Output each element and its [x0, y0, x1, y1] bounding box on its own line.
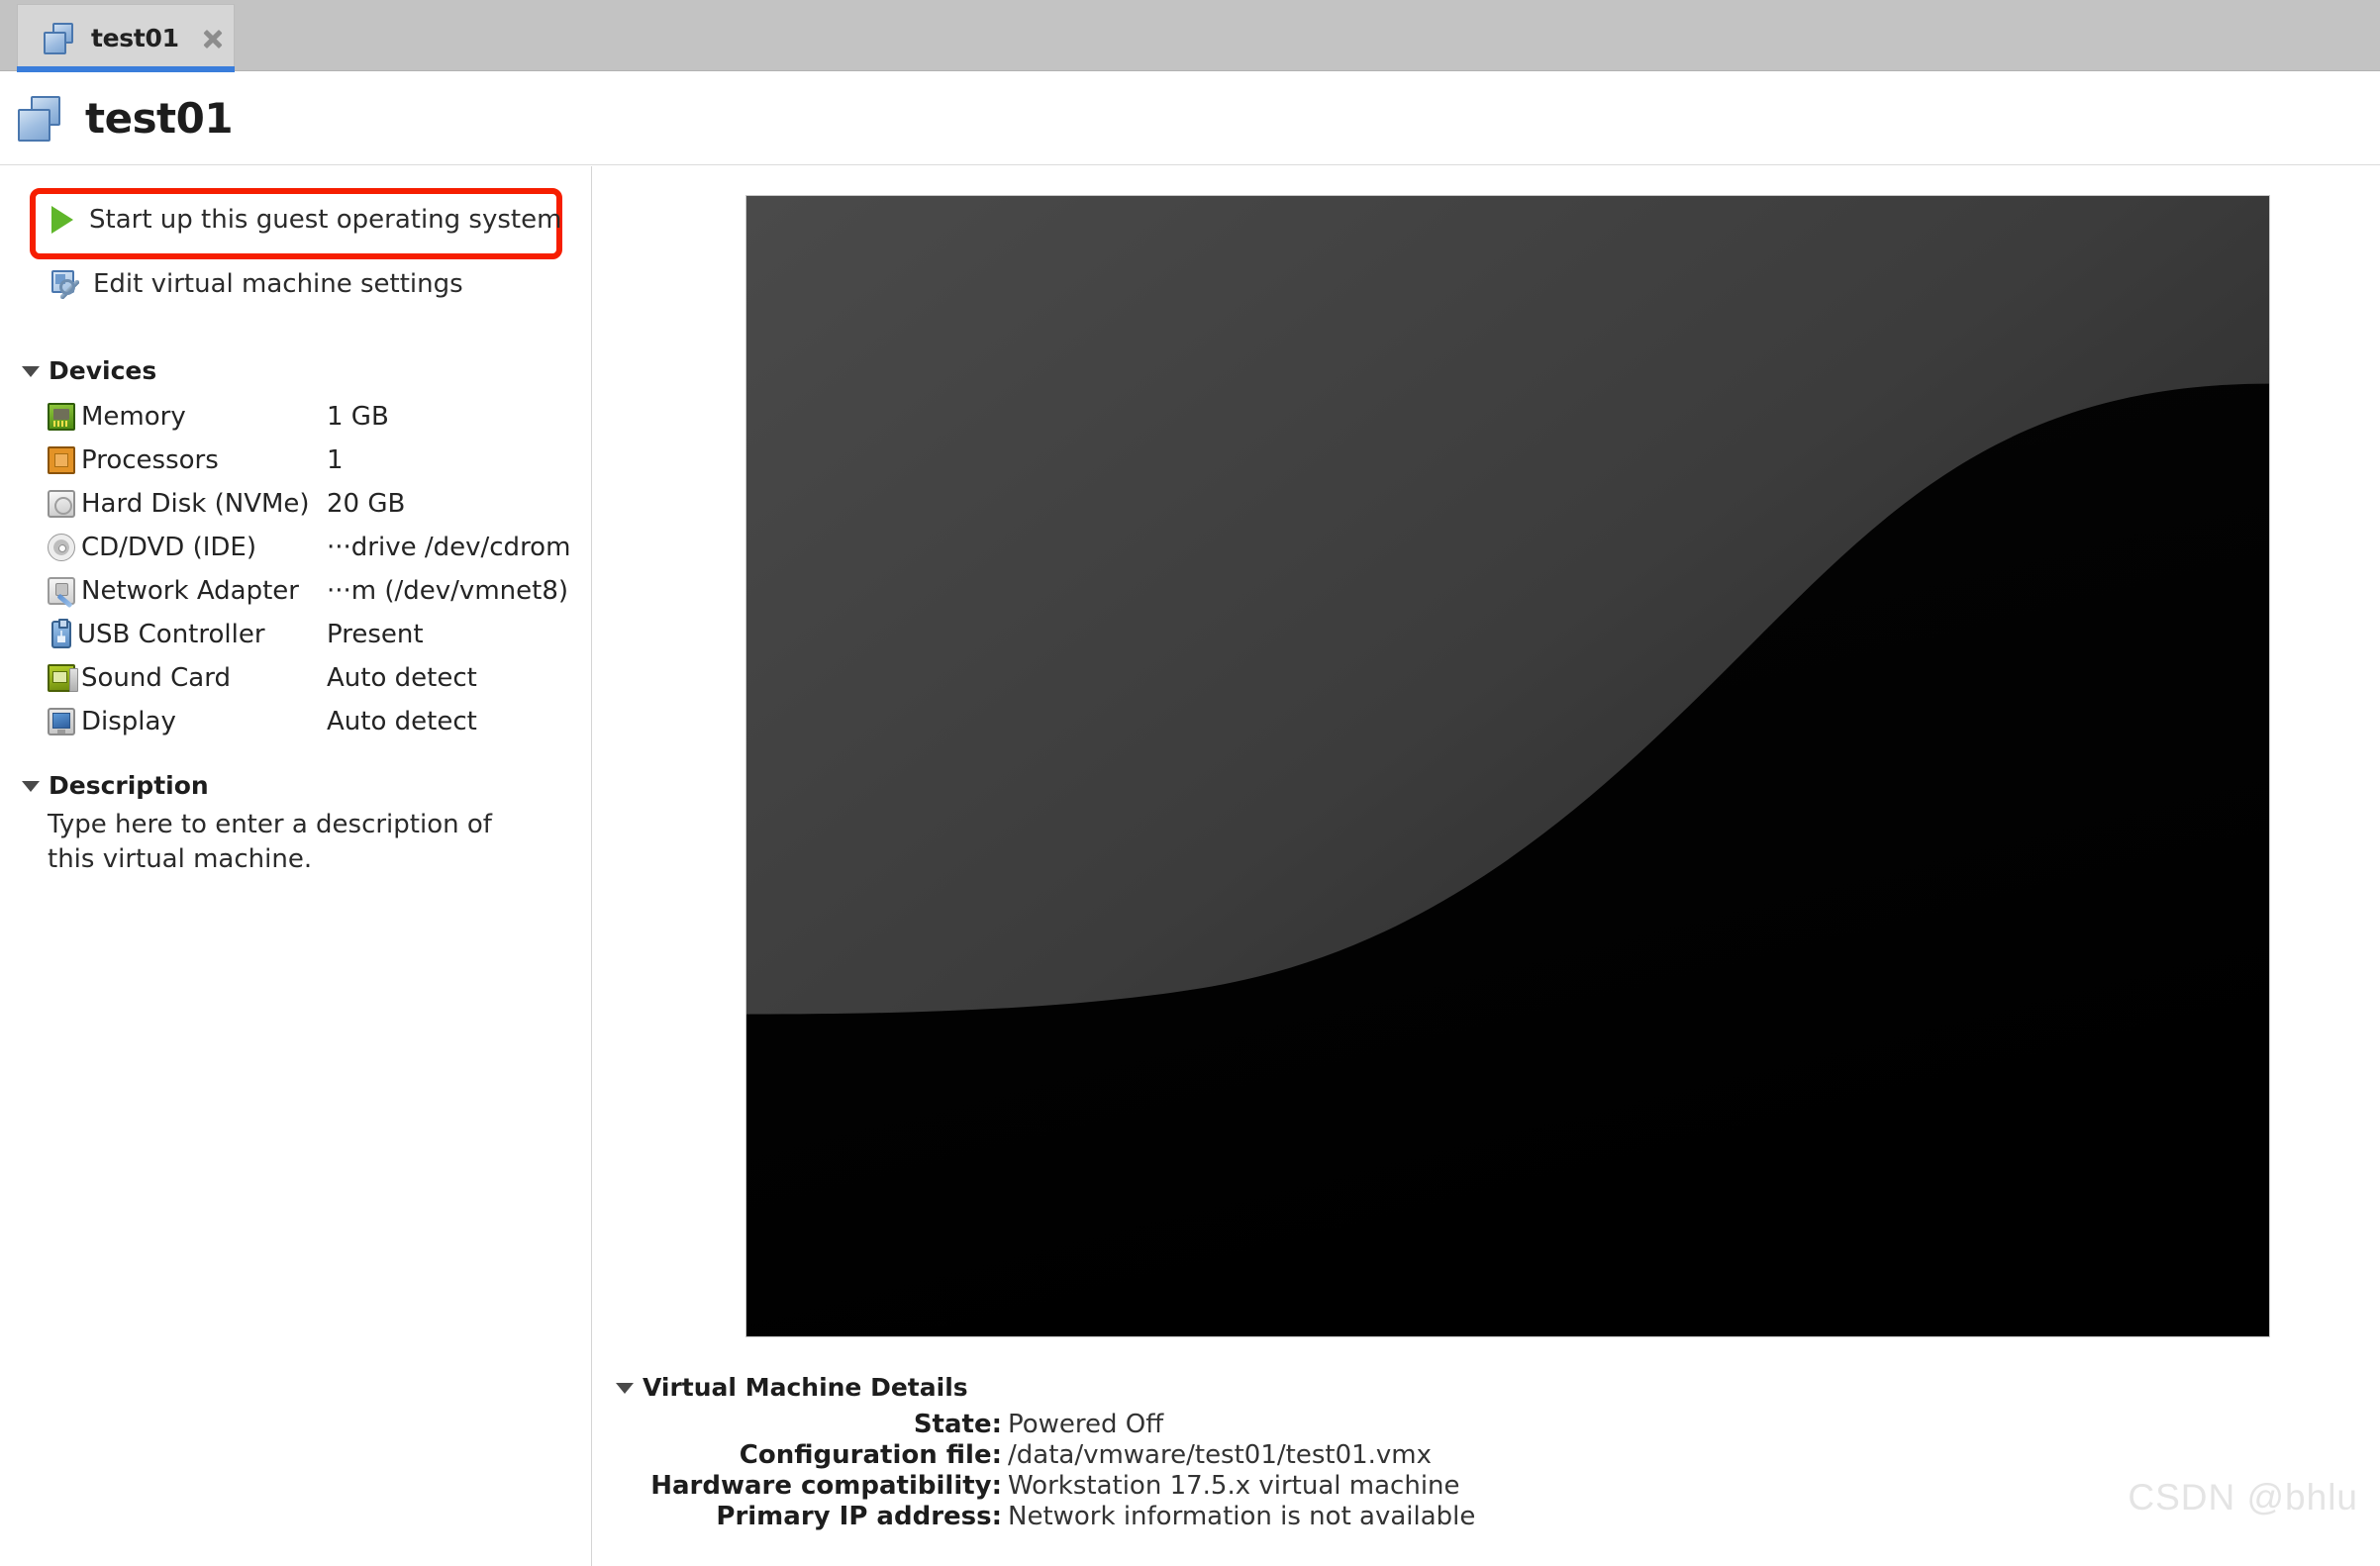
device-value: ···m (/dev/vmnet8) — [327, 576, 569, 606]
vm-detail-label: Configuration file: — [739, 1440, 1002, 1470]
device-name: Sound Card — [81, 663, 231, 693]
device-value: Present — [327, 620, 424, 649]
page-title-bar: test01 — [0, 72, 2380, 165]
device-name: Processors — [81, 445, 219, 475]
edit-vm-settings-button[interactable]: Edit virtual machine settings — [50, 269, 463, 299]
vm-detail-value: Powered Off — [1008, 1410, 1164, 1439]
device-name: Display — [81, 707, 176, 736]
device-name: CD/DVD (IDE) — [81, 533, 256, 562]
device-row-network-adapter[interactable]: Network Adapter ···m (/dev/vmnet8) — [48, 573, 582, 609]
tab-label: test01 — [91, 24, 179, 52]
chevron-down-icon — [22, 366, 40, 377]
vm-details-section-title: Virtual Machine Details — [643, 1373, 968, 1402]
vm-details-section-header[interactable]: Virtual Machine Details — [616, 1373, 968, 1402]
vm-screen-preview[interactable] — [745, 195, 2270, 1337]
hard-disk-icon — [48, 490, 75, 518]
watermark: CSDN @bhlu — [2128, 1477, 2358, 1517]
usb-icon — [51, 619, 71, 648]
sound-card-icon — [48, 664, 78, 692]
device-row-hard-disk[interactable]: Hard Disk (NVMe) 20 GB — [48, 486, 582, 522]
vm-detail-label: State: — [913, 1410, 1002, 1439]
device-name: USB Controller — [77, 620, 265, 649]
vm-stack-icon — [44, 22, 75, 54]
device-row-processors[interactable]: Processors 1 — [48, 442, 582, 478]
device-name: Memory — [81, 402, 186, 432]
description-section-title: Description — [49, 771, 209, 800]
vm-detail-label: Hardware compatibility: — [650, 1471, 1002, 1501]
device-value: ···drive /dev/cdrom — [327, 533, 571, 562]
vm-detail-value: Network information is not available — [1008, 1502, 1476, 1531]
vm-detail-value: Workstation 17.5.x virtual machine — [1008, 1471, 1460, 1501]
devices-section-title: Devices — [49, 356, 157, 385]
description-section-header[interactable]: Description — [22, 771, 209, 800]
device-row-display[interactable]: Display Auto detect — [48, 704, 582, 739]
edit-vm-settings-label: Edit virtual machine settings — [93, 269, 463, 299]
device-row-sound-card[interactable]: Sound Card Auto detect — [48, 660, 582, 696]
device-row-usb-controller[interactable]: USB Controller Present — [48, 617, 582, 652]
device-value: Auto detect — [327, 663, 477, 693]
vmware-workstation-window: test01 test01 Start up this guest operat… — [0, 0, 2380, 1566]
settings-icon — [50, 269, 79, 299]
description-input[interactable]: Type here to enter a description of this… — [48, 808, 543, 877]
vm-stack-icon — [18, 95, 63, 142]
device-row-cd-dvd[interactable]: CD/DVD (IDE) ···drive /dev/cdrom — [48, 530, 582, 565]
device-value: Auto detect — [327, 707, 477, 736]
play-icon — [51, 206, 75, 234]
device-name: Hard Disk (NVMe) — [81, 489, 310, 519]
start-guest-os-button[interactable]: Start up this guest operating system — [51, 205, 561, 235]
memory-chip-icon — [48, 403, 75, 431]
chevron-down-icon — [616, 1383, 634, 1394]
start-guest-os-label: Start up this guest operating system — [89, 205, 562, 235]
close-icon[interactable] — [201, 27, 225, 50]
device-value: 20 GB — [327, 489, 406, 519]
tab-test01[interactable]: test01 — [17, 4, 235, 72]
cpu-chip-icon — [48, 446, 75, 474]
devices-section-header[interactable]: Devices — [22, 356, 156, 385]
device-value: 1 GB — [327, 402, 389, 432]
device-value: 1 — [327, 445, 344, 475]
device-name: Network Adapter — [81, 576, 299, 606]
display-icon — [48, 708, 75, 735]
cd-dvd-icon — [48, 534, 75, 561]
page-title: test01 — [85, 94, 234, 143]
vm-detail-value: /data/vmware/test01/test01.vmx — [1008, 1440, 1433, 1470]
tab-strip: test01 — [0, 0, 2380, 72]
preview-wallpaper — [746, 196, 2269, 1336]
vm-detail-label: Primary IP address: — [716, 1502, 1002, 1531]
chevron-down-icon — [22, 781, 40, 792]
network-adapter-icon — [48, 577, 75, 605]
device-row-memory[interactable]: Memory 1 GB — [48, 399, 582, 435]
